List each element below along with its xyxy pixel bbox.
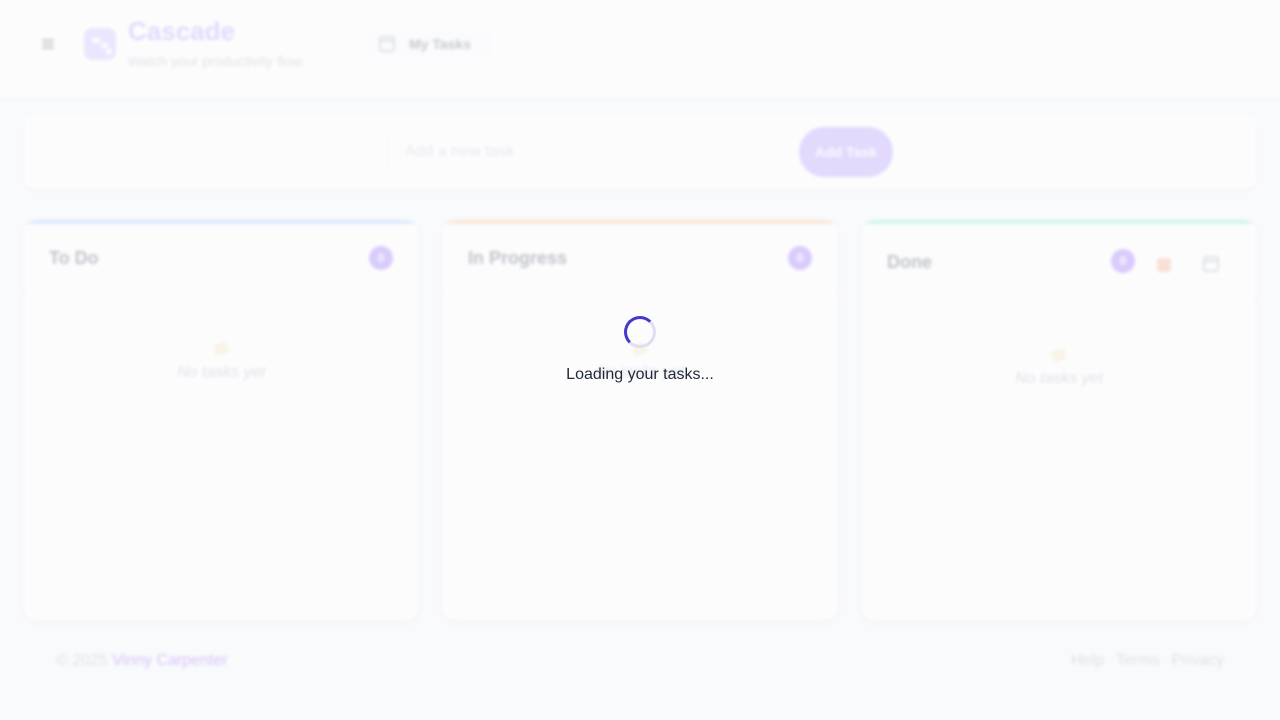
- loading-overlay: Loading your tasks...: [0, 0, 1280, 720]
- loading-text: Loading your tasks...: [566, 366, 714, 383]
- spinner-icon: [624, 316, 656, 348]
